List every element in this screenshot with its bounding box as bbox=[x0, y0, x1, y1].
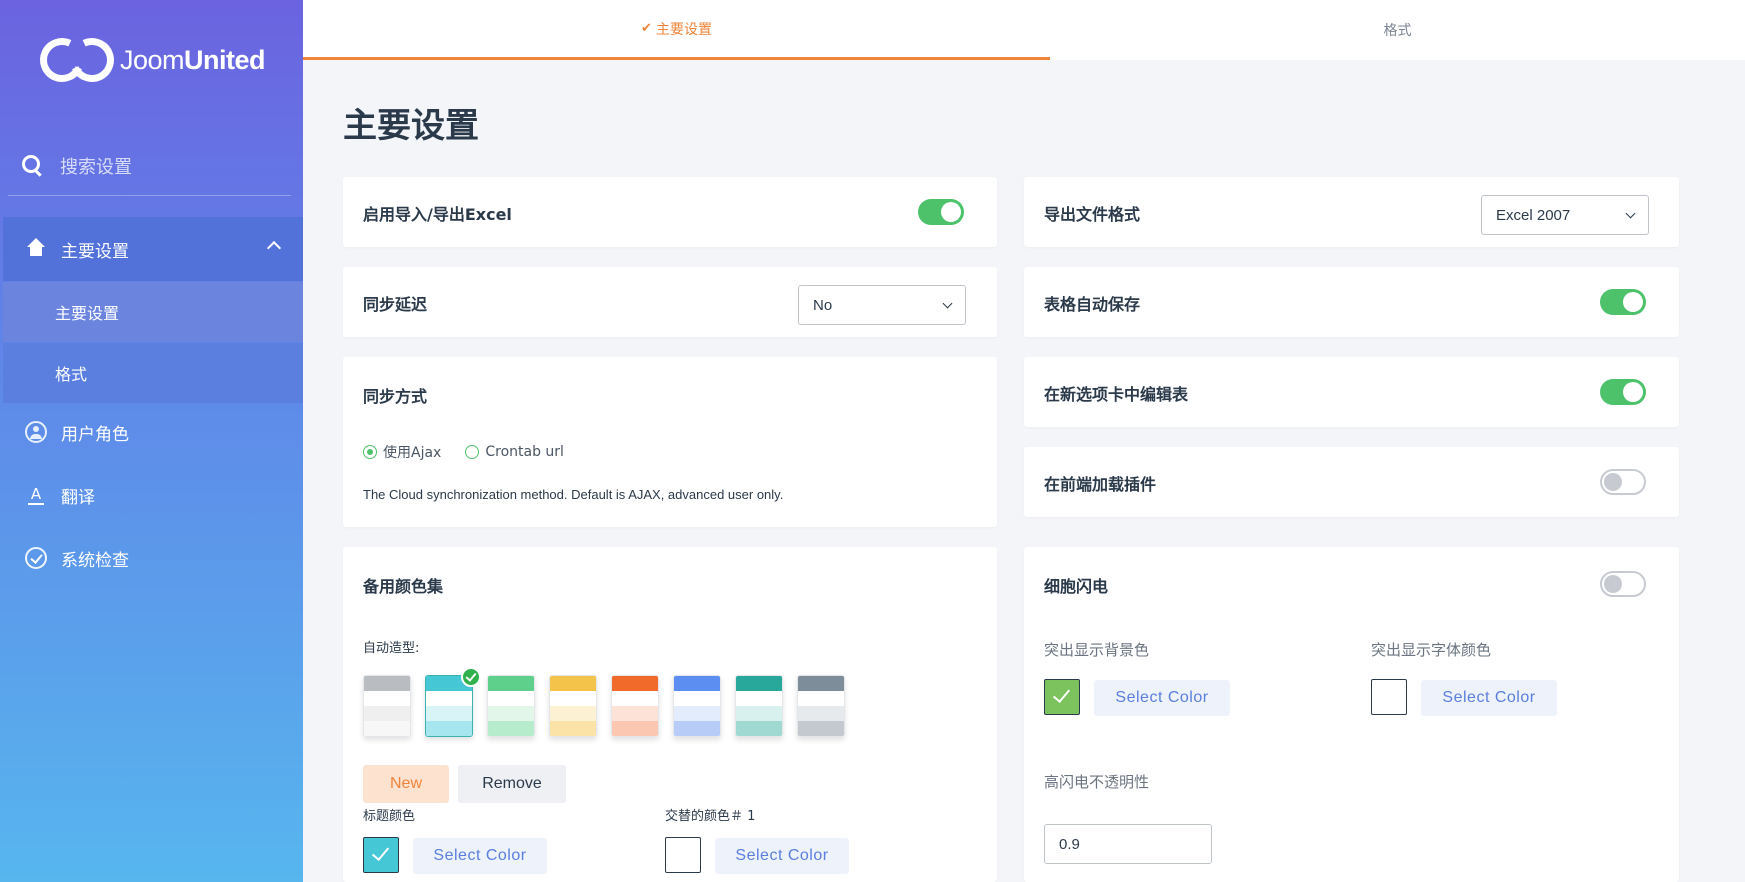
setting-label: 在新选项卡中编辑表 bbox=[1044, 385, 1189, 404]
highlight-font-color-label: 突出显示字体颜色 bbox=[1371, 641, 1492, 659]
edit-new-tab-toggle[interactable] bbox=[1600, 379, 1646, 405]
tab-label: 主要设置 bbox=[655, 21, 712, 38]
setting-color-sets: 备用颜色集 自动造型: New Remove 标题颜色 Select Color… bbox=[343, 547, 997, 882]
sidebar-item-user-roles[interactable]: 用户角色 bbox=[3, 404, 303, 460]
tab-label: 格式 bbox=[1383, 23, 1412, 39]
frontend-plugin-toggle[interactable] bbox=[1600, 469, 1646, 495]
setting-label: 启用导入/导出Excel bbox=[363, 205, 512, 224]
tab-main-settings[interactable]: ✔ 主要设置 bbox=[303, 0, 1050, 60]
setting-label: 备用颜色集 bbox=[363, 577, 444, 596]
color-swatch[interactable] bbox=[549, 675, 597, 737]
radio-label: 使用Ajax bbox=[383, 445, 442, 461]
logo-text-bold: United bbox=[184, 44, 266, 75]
setting-autosave: 表格自动保存 bbox=[1024, 267, 1679, 337]
page-title: 主要设置 bbox=[343, 106, 479, 146]
tab-format[interactable]: 格式 bbox=[1050, 0, 1745, 60]
setting-sync-delay: 同步延迟 No bbox=[343, 267, 997, 337]
sidebar-item-main-settings[interactable]: 主要设置 bbox=[3, 217, 303, 281]
logo-text-prefix: Joom bbox=[120, 44, 185, 75]
color-swatch[interactable] bbox=[611, 675, 659, 737]
sidebar-subitem-main-settings[interactable]: 主要设置 bbox=[3, 282, 303, 342]
color-swatch[interactable] bbox=[797, 675, 845, 737]
chevron-down-icon bbox=[942, 298, 953, 309]
search-bar bbox=[8, 140, 291, 196]
enable-excel-toggle[interactable] bbox=[918, 199, 964, 225]
header-color-label: 标题颜色 bbox=[363, 809, 416, 824]
setting-frontend-plugin: 在前端加载插件 bbox=[1024, 447, 1679, 517]
sidebar: JoomUnited 主要设置 主要设置 格式 用户角色 A 翻译 系统检查 bbox=[0, 0, 303, 882]
select-value: Excel 2007 bbox=[1496, 206, 1571, 224]
auto-style-label: 自动造型: bbox=[363, 641, 420, 656]
setting-label: 同步延迟 bbox=[363, 295, 428, 314]
search-input[interactable] bbox=[60, 157, 280, 178]
sidebar-item-label: 系统检查 bbox=[61, 550, 129, 571]
cell-flash-toggle[interactable] bbox=[1600, 571, 1646, 597]
logo-icon bbox=[33, 31, 121, 89]
highlight-font-color-swatch[interactable] bbox=[1371, 679, 1407, 715]
tab-bar: ✔ 主要设置 格式 bbox=[303, 0, 1745, 60]
alt-color-label: 交替的颜色＃ 1 bbox=[665, 809, 756, 824]
sidebar-item-translation[interactable]: A 翻译 bbox=[3, 467, 303, 523]
remove-color-set-button[interactable]: Remove bbox=[458, 765, 566, 803]
sync-method-description: The Cloud synchronization method. Defaul… bbox=[363, 487, 784, 502]
sidebar-item-label: 主要设置 bbox=[61, 241, 129, 262]
highlight-bg-select-color-button[interactable]: Select Color bbox=[1094, 680, 1230, 716]
radio-crontab[interactable] bbox=[465, 445, 480, 459]
color-swatch[interactable] bbox=[363, 675, 411, 737]
color-swatch[interactable] bbox=[735, 675, 783, 737]
setting-label: 导出文件格式 bbox=[1044, 205, 1141, 224]
setting-export-format: 导出文件格式 Excel 2007 bbox=[1024, 177, 1679, 247]
autosave-toggle[interactable] bbox=[1600, 289, 1646, 315]
sync-delay-select[interactable]: No bbox=[798, 285, 966, 325]
checkmark-icon: ✔ bbox=[641, 21, 652, 36]
setting-edit-new-tab: 在新选项卡中编辑表 bbox=[1024, 357, 1679, 427]
radio-ajax[interactable] bbox=[363, 445, 377, 459]
color-swatch[interactable] bbox=[487, 675, 535, 737]
color-swatch[interactable] bbox=[673, 675, 721, 737]
flash-opacity-label: 高闪电不透明性 bbox=[1044, 773, 1150, 791]
sidebar-subitem-format[interactable]: 格式 bbox=[3, 343, 303, 403]
setting-enable-excel: 启用导入/导出Excel bbox=[343, 177, 997, 247]
chevron-down-icon bbox=[1625, 208, 1636, 219]
setting-sync-method: 同步方式 使用Ajax Crontab url The Cloud synchr… bbox=[343, 357, 997, 527]
alt-select-color-button[interactable]: Select Color bbox=[715, 838, 849, 874]
alt-color-swatch[interactable] bbox=[665, 837, 701, 873]
sync-method-radio-group: 使用Ajax Crontab url bbox=[363, 442, 564, 462]
highlight-font-select-color-button[interactable]: Select Color bbox=[1421, 680, 1557, 716]
selected-check-icon bbox=[461, 667, 481, 687]
setting-label: 在前端加载插件 bbox=[1044, 475, 1157, 494]
new-color-set-button[interactable]: New bbox=[363, 765, 449, 803]
chevron-up-icon[interactable] bbox=[266, 240, 282, 256]
setting-label: 同步方式 bbox=[363, 387, 428, 406]
header-select-color-button[interactable]: Select Color bbox=[413, 838, 547, 874]
setting-cell-flash: 细胞闪电 突出显示背景色 Select Color 突出显示字体颜色 Selec… bbox=[1024, 547, 1679, 882]
flash-opacity-input[interactable]: 0.9 bbox=[1044, 824, 1212, 864]
highlight-bg-color-swatch[interactable] bbox=[1044, 679, 1080, 715]
radio-label: Crontab url bbox=[485, 444, 564, 460]
translate-icon: A bbox=[28, 486, 44, 505]
joomunited-logo[interactable]: JoomUnited bbox=[33, 31, 266, 89]
header-color-swatch[interactable] bbox=[363, 837, 399, 873]
highlight-bg-color-label: 突出显示背景色 bbox=[1044, 641, 1150, 659]
search-icon bbox=[20, 153, 50, 183]
setting-label: 细胞闪电 bbox=[1044, 577, 1109, 596]
export-format-select[interactable]: Excel 2007 bbox=[1481, 195, 1649, 235]
check-circle-icon bbox=[25, 547, 47, 569]
select-value: No bbox=[813, 296, 833, 314]
user-circle-icon bbox=[25, 421, 47, 443]
home-icon bbox=[25, 238, 47, 260]
sidebar-item-label: 翻译 bbox=[61, 487, 95, 508]
sidebar-item-label: 用户角色 bbox=[61, 424, 129, 445]
sidebar-item-system-check[interactable]: 系统检查 bbox=[3, 530, 303, 586]
setting-label: 表格自动保存 bbox=[1044, 295, 1141, 314]
